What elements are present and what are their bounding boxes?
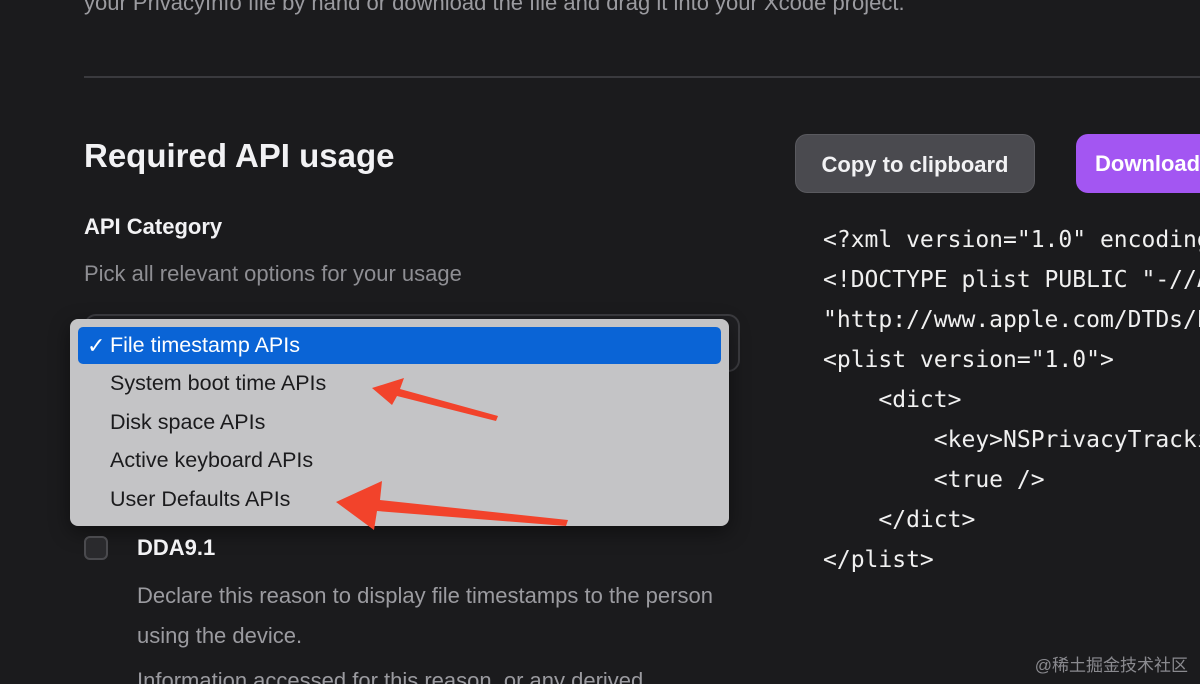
option-disk-space-apis[interactable]: Disk space APIs xyxy=(78,403,721,442)
api-category-help: Pick all relevant options for your usage xyxy=(84,261,462,286)
option-label: Active keyboard APIs xyxy=(110,448,314,472)
option-user-defaults-apis[interactable]: User Defaults APIs xyxy=(78,480,721,519)
code-line: "http://www.apple.com/DTDs/PropertyList-… xyxy=(823,307,1200,333)
reason-code: DDA9.1 xyxy=(137,535,216,560)
code-line: <plist version="1.0"> xyxy=(823,347,1114,373)
code-line: <true /> xyxy=(823,467,1045,493)
watermark: @稀土掘金技术社区 xyxy=(1034,656,1188,675)
option-label: User Defaults APIs xyxy=(110,486,291,511)
reason-more-text: Information accessed for this reason, or… xyxy=(137,668,644,684)
copy-to-clipboard-button[interactable]: Copy to clipboard xyxy=(795,134,1035,193)
plist-code-preview: <?xml version="1.0" encoding="UTF-8"?> <… xyxy=(823,220,1200,580)
page: your PrivacyInfo file by hand or downloa… xyxy=(0,0,1200,684)
download-button[interactable]: Download xyxy=(1076,134,1200,193)
option-label: File timestamp APIs xyxy=(110,333,300,357)
option-system-boot-time-apis[interactable]: System boot time APIs xyxy=(78,364,721,403)
reason-description: Declare this reason to display file time… xyxy=(137,583,713,648)
section-divider xyxy=(84,76,1200,78)
api-category-dropdown: ✓ File timestamp APIs System boot time A… xyxy=(70,319,729,526)
code-line: </plist> xyxy=(823,547,934,573)
option-file-timestamp-apis[interactable]: ✓ File timestamp APIs xyxy=(78,327,721,364)
section-title: Required API usage xyxy=(84,137,395,174)
code-line: <?xml version="1.0" encoding="UTF-8"?> xyxy=(823,227,1200,253)
option-label: System boot time APIs xyxy=(110,371,327,395)
option-active-keyboard-apis[interactable]: Active keyboard APIs xyxy=(78,441,721,480)
code-line: </dict> xyxy=(823,507,976,533)
code-line: <!DOCTYPE plist PUBLIC "-//Apple//DTD PL… xyxy=(823,267,1200,293)
code-line: <key>NSPrivacyTracking</key> xyxy=(933,427,1200,453)
checkmark-icon: ✓ xyxy=(87,333,106,358)
reason-checkbox[interactable] xyxy=(84,536,108,560)
option-label: Disk space APIs xyxy=(110,409,266,434)
api-category-label: API Category xyxy=(84,214,223,239)
intro-text: your PrivacyInfo file by hand or downloa… xyxy=(84,0,905,15)
code-line: <dict> xyxy=(823,387,962,413)
